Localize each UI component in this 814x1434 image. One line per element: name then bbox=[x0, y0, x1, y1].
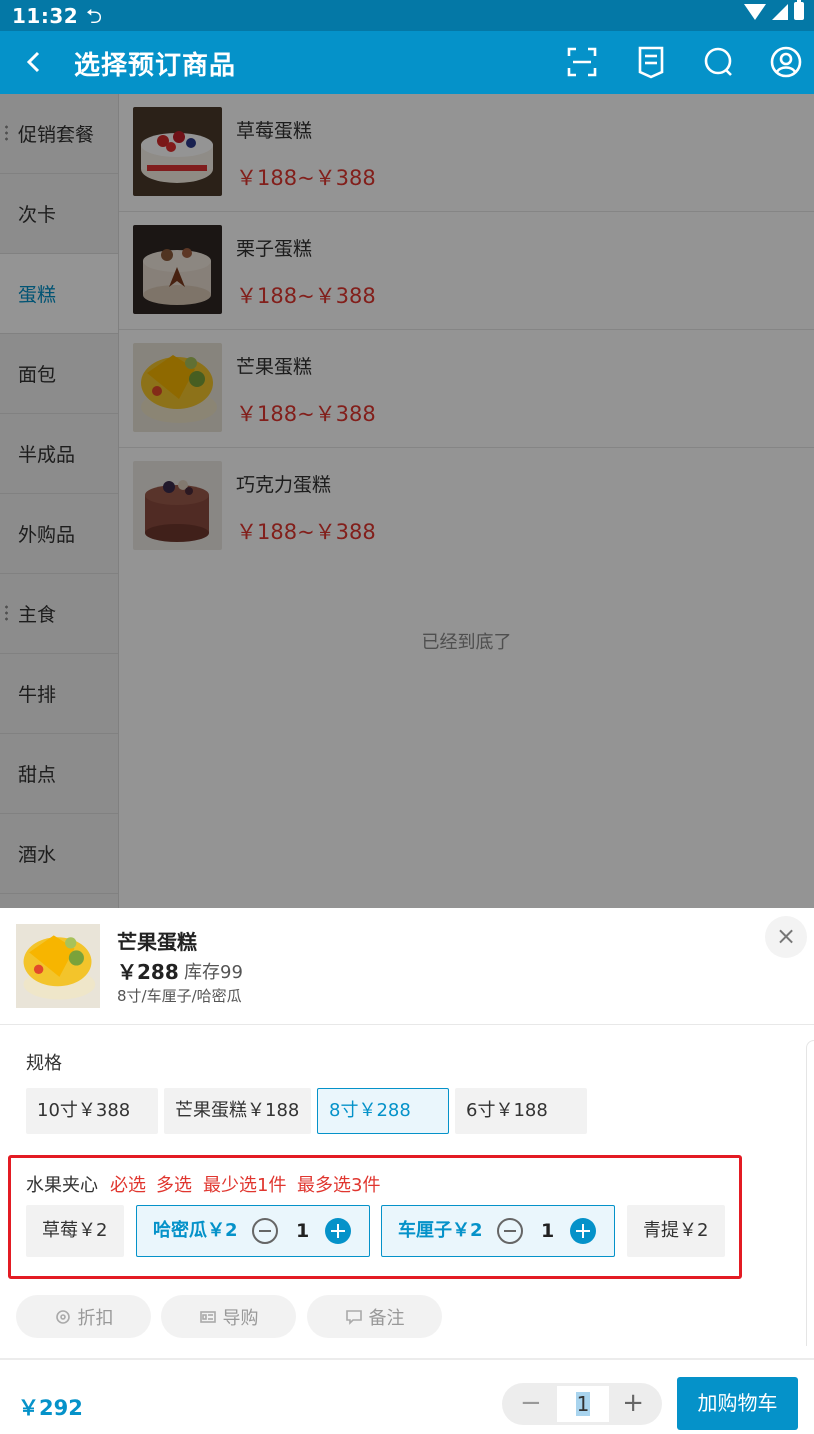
fruit-filling-label: 水果夹心 bbox=[26, 1175, 98, 1196]
sheet-product-image bbox=[16, 924, 100, 1008]
decrease-icon[interactable] bbox=[252, 1218, 278, 1244]
note-button[interactable]: 备注 bbox=[307, 1295, 442, 1338]
multi-select-tag: 多选 bbox=[156, 1175, 192, 1196]
sku-bottom-sheet: 芒果蛋糕 ￥288 库存99 8寸/车厘子/哈密瓜 × 规格 10寸￥388 芒… bbox=[0, 908, 814, 1434]
status-bar: 11:32 ⮌ bbox=[0, 0, 814, 31]
note-label: 备注 bbox=[368, 1307, 405, 1329]
close-button[interactable]: × bbox=[765, 916, 807, 958]
profile-button[interactable] bbox=[768, 44, 804, 80]
fruit-option-hami-melon[interactable]: 哈密瓜￥2 1 bbox=[136, 1205, 370, 1257]
quantity-stepper: − 1 + bbox=[502, 1383, 662, 1425]
sheet-selection-summary: 8寸/车厘子/哈密瓜 bbox=[117, 987, 242, 1005]
divider bbox=[0, 1024, 814, 1025]
order-list-button[interactable] bbox=[633, 44, 669, 80]
min-select-tag: 最少选1件 bbox=[203, 1175, 287, 1196]
guide-label: 导购 bbox=[222, 1307, 259, 1329]
spec-option-mango[interactable]: 芒果蛋糕￥188 bbox=[164, 1088, 311, 1134]
app-screen: 11:32 ⮌ 选择预订商品 促销套餐 次卡 蛋糕 面包 半成品 外购品 主食 … bbox=[0, 0, 814, 1434]
scrollbar[interactable] bbox=[806, 1040, 814, 1346]
status-time: 11:32 bbox=[12, 4, 79, 28]
app-bar: 选择预订商品 bbox=[0, 31, 814, 94]
comment-icon bbox=[345, 1309, 362, 1325]
required-tag: 必选 bbox=[110, 1175, 146, 1196]
receipt-icon bbox=[638, 46, 664, 79]
increase-icon[interactable] bbox=[325, 1218, 351, 1244]
increase-icon[interactable] bbox=[570, 1218, 596, 1244]
sheet-stock: 库存99 bbox=[184, 962, 243, 983]
quantity-decrease-button[interactable]: − bbox=[520, 1383, 542, 1423]
modal-backdrop[interactable] bbox=[0, 94, 814, 908]
page-title: 选择预订商品 bbox=[74, 51, 237, 81]
spec-label: 规格 bbox=[26, 1053, 62, 1074]
spec-option-6inch[interactable]: 6寸￥188 bbox=[455, 1088, 587, 1134]
sheet-price: ￥288 bbox=[117, 960, 179, 984]
battery-icon bbox=[794, 0, 804, 20]
scan-icon bbox=[567, 47, 597, 77]
spec-option-10inch[interactable]: 10寸￥388 bbox=[26, 1088, 158, 1134]
divider bbox=[0, 1358, 814, 1360]
discount-button[interactable]: 折扣 bbox=[16, 1295, 151, 1338]
max-select-tag: 最多选3件 bbox=[297, 1175, 381, 1196]
fruit-option-label: 车厘子￥2 bbox=[398, 1220, 483, 1241]
close-icon: × bbox=[775, 922, 797, 950]
id-card-icon bbox=[199, 1310, 216, 1323]
discount-label: 折扣 bbox=[77, 1307, 114, 1329]
quantity-value: 1 bbox=[575, 1392, 591, 1416]
fruit-qty: 1 bbox=[296, 1220, 310, 1242]
discount-icon bbox=[55, 1309, 70, 1324]
quantity-input[interactable]: 1 bbox=[557, 1386, 609, 1422]
scan-button[interactable] bbox=[564, 44, 600, 80]
add-to-cart-button[interactable]: 加购物车 bbox=[677, 1377, 798, 1430]
fruit-option-cherry[interactable]: 车厘子￥2 1 bbox=[381, 1205, 615, 1257]
spec-option-8inch[interactable]: 8寸￥288 bbox=[317, 1088, 449, 1134]
quantity-increase-button[interactable]: + bbox=[622, 1383, 644, 1423]
fruit-option-strawberry[interactable]: 草莓￥2 bbox=[26, 1205, 124, 1257]
wifi-icon bbox=[744, 4, 766, 20]
fruit-option-green-grape[interactable]: 青提￥2 bbox=[627, 1205, 725, 1257]
fruit-option-label: 哈密瓜￥2 bbox=[153, 1220, 238, 1241]
total-price: ￥292 bbox=[18, 1396, 83, 1420]
fruit-qty: 1 bbox=[541, 1220, 555, 1242]
cell-signal-icon bbox=[772, 4, 788, 20]
back-button[interactable] bbox=[18, 45, 52, 79]
status-icons bbox=[744, 0, 804, 20]
user-icon bbox=[770, 46, 802, 78]
search-button[interactable] bbox=[701, 44, 737, 80]
back-arrow-icon bbox=[26, 51, 40, 73]
decrease-icon[interactable] bbox=[497, 1218, 523, 1244]
guide-button[interactable]: 导购 bbox=[161, 1295, 296, 1338]
sheet-product-name: 芒果蛋糕 bbox=[117, 930, 197, 954]
search-icon bbox=[704, 47, 732, 76]
